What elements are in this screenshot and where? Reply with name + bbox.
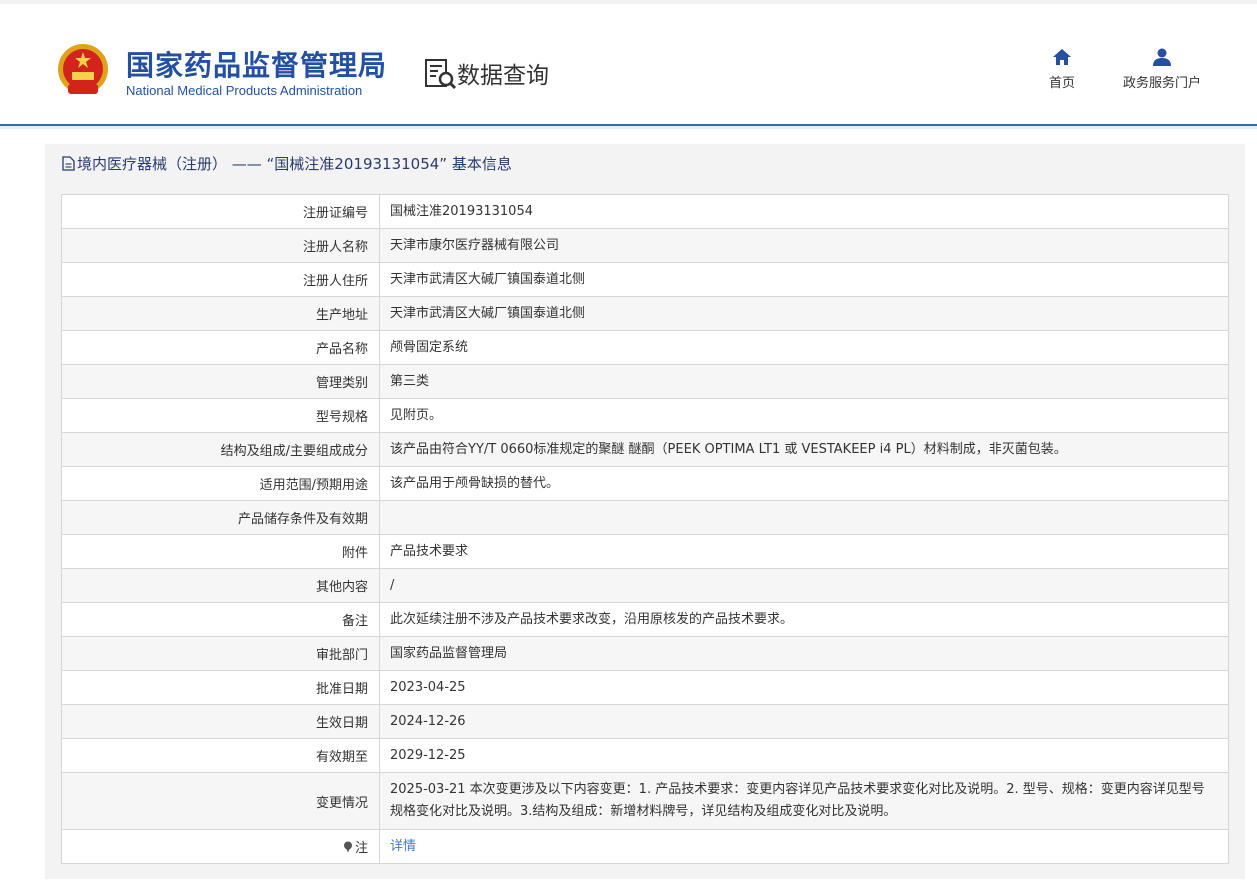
table-row: 审批部门 国家药品监督管理局 [61, 637, 1229, 671]
field-value: 天津市武清区大碱厂镇国泰道北侧 [390, 305, 586, 321]
field-value: 颅骨固定系统 [390, 339, 469, 355]
home-icon [1053, 49, 1071, 65]
field-label: 有效期至 [62, 739, 380, 772]
table-row: 附件 产品技术要求 [61, 535, 1229, 569]
table-row: 备注 此次延续注册不涉及产品技术要求改变，沿用原核发的产品技术要求。 [61, 603, 1229, 637]
field-label: 生产地址 [62, 297, 380, 330]
field-label: 批准日期 [62, 671, 380, 704]
field-label: 适用范围/预期用途 [62, 467, 380, 500]
field-label: 注册证编号 [62, 195, 380, 228]
field-value: 该产品用于颅骨缺损的替代。 [390, 475, 560, 491]
nav-home-label: 首页 [1048, 76, 1075, 91]
header-divider-shadow [0, 126, 1257, 129]
document-icon [62, 156, 75, 171]
field-value: 该产品由符合YY/T 0660标准规定的聚醚 醚酮（PEEK OPTIMA LT… [390, 441, 1067, 457]
table-row: 注册证编号 国械注准20193131054 [61, 195, 1229, 229]
table-row: 型号规格 见附页。 [61, 399, 1229, 433]
nav-home-link[interactable]: 首页 [1040, 48, 1084, 91]
field-value-cell: 详情 [380, 830, 1228, 863]
data-query-icon [425, 59, 456, 90]
field-value: 2029-12-25 [390, 747, 466, 763]
field-label: 型号规格 [62, 399, 380, 432]
brand-title: 国家药品监督管理局 [126, 49, 388, 82]
field-label: 管理类别 [62, 365, 380, 398]
field-value: 2025-03-21 本次变更涉及以下内容变更：1. 产品技术要求：变更内容详见… [390, 782, 1205, 819]
field-value: 产品技术要求 [390, 543, 469, 559]
field-value: / [390, 577, 395, 593]
field-label: 其他内容 [62, 569, 380, 602]
table-row: 产品名称 颅骨固定系统 [61, 331, 1229, 365]
national-emblem-icon [58, 44, 108, 94]
nav-portal-label: 政务服务门户 [1122, 76, 1201, 91]
field-label: 结构及组成/主要组成成分 [62, 433, 380, 466]
field-label: 产品名称 [62, 331, 380, 364]
field-value: 天津市康尔医疗器械有限公司 [390, 237, 560, 253]
brand-subtitle: National Medical Products Administration [126, 83, 363, 98]
field-value [380, 501, 1228, 534]
table-row: 产品储存条件及有效期 [61, 501, 1229, 535]
field-label: 审批部门 [62, 637, 380, 670]
field-label: 生效日期 [62, 705, 380, 738]
field-value: 此次延续注册不涉及产品技术要求改变，沿用原核发的产品技术要求。 [390, 611, 794, 627]
panel-title-text: 境内医疗器械（注册） —— “国械注准20193131054” 基本信息 [77, 155, 512, 173]
table-row: 注册人名称 天津市康尔医疗器械有限公司 [61, 229, 1229, 263]
note-label-cell: 注 [62, 830, 380, 863]
table-row: 生产地址 天津市武清区大碱厂镇国泰道北侧 [61, 297, 1229, 331]
field-label: 产品储存条件及有效期 [62, 501, 380, 534]
nav-portal-link[interactable]: 政务服务门户 [1114, 48, 1210, 91]
field-value: 2024-12-26 [390, 713, 466, 729]
table-row: 批准日期 2023-04-25 [61, 671, 1229, 705]
table-row: 有效期至 2029-12-25 [61, 739, 1229, 773]
table-row: 注 详情 [61, 830, 1229, 864]
table-row: 变更情况 2025-03-21 本次变更涉及以下内容变更：1. 产品技术要求：变更… [61, 773, 1229, 830]
table-row: 适用范围/预期用途 该产品用于颅骨缺损的替代。 [61, 467, 1229, 501]
table-row: 结构及组成/主要组成成分 该产品由符合YY/T 0660标准规定的聚醚 醚酮（PE… [61, 433, 1229, 467]
field-label: 注 [354, 841, 368, 856]
table-row: 注册人住所 天津市武清区大碱厂镇国泰道北侧 [61, 263, 1229, 297]
pin-icon [343, 841, 352, 852]
field-value: 国家药品监督管理局 [390, 645, 508, 661]
field-value: 国械注准20193131054 [390, 203, 533, 219]
details-link[interactable]: 详情 [390, 836, 416, 858]
panel-title: 境内医疗器械（注册） —— “国械注准20193131054” 基本信息 [62, 153, 512, 174]
field-value: 天津市武清区大碱厂镇国泰道北侧 [390, 271, 586, 287]
site-header: 国家药品监督管理局 National Medical Products Admi… [0, 4, 1257, 124]
field-label: 变更情况 [62, 773, 380, 829]
field-value: 见附页。 [390, 407, 443, 423]
user-icon [1153, 48, 1171, 66]
field-label: 注册人住所 [62, 263, 380, 296]
section-title: 数据查询 [457, 63, 549, 89]
field-label: 附件 [62, 535, 380, 568]
info-table: 注册证编号 国械注准20193131054 注册人名称 天津市康尔医疗器械有限公司 … [61, 194, 1229, 864]
table-row: 生效日期 2024-12-26 [61, 705, 1229, 739]
field-value: 第三类 [390, 373, 430, 389]
field-value: 2023-04-25 [390, 679, 466, 695]
table-row: 管理类别 第三类 [61, 365, 1229, 399]
field-label: 注册人名称 [62, 229, 380, 262]
table-row: 其他内容 / [61, 569, 1229, 603]
field-label: 备注 [62, 603, 380, 636]
